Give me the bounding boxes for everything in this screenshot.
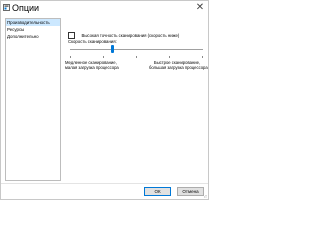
slow-scan-caption-line: малая загрузка процессора [65, 65, 119, 70]
scan-speed-slider-track[interactable] [70, 49, 203, 50]
scan-speed-slider-thumb[interactable] [111, 45, 115, 53]
performance-panel: Высокая точность сканирования (скорость … [65, 18, 208, 181]
title-bar: Опции ✕ [1, 1, 208, 15]
window-title: Опции [12, 3, 40, 13]
slow-scan-caption: Медленное сканирование, малая загрузка п… [65, 60, 119, 70]
category-list: Производительность Ресурсы Дополнительно [5, 18, 61, 181]
slider-tick [169, 56, 170, 58]
sidebar-item-label: Производительность [7, 20, 50, 25]
sidebar-item-advanced[interactable]: Дополнительно [6, 33, 60, 40]
sidebar-item-resources[interactable]: Ресурсы [6, 26, 60, 33]
slider-tick [70, 56, 71, 58]
resize-grip-icon[interactable] [203, 194, 207, 198]
options-dialog: Опции ✕ Производительность Ресурсы Допол… [0, 0, 209, 200]
options-window-icon [3, 4, 10, 11]
high-accuracy-option[interactable]: Высокая точность сканирования (скорость … [68, 27, 179, 40]
cancel-button[interactable]: Отмена [177, 187, 204, 196]
scan-speed-label: Скорость сканирования: [68, 39, 117, 44]
fast-scan-caption: Быстрое сканирование, большая загрузка п… [149, 60, 208, 70]
slider-tick [202, 56, 203, 58]
fast-scan-caption-line: большая загрузка процессора [149, 65, 208, 70]
close-icon[interactable]: ✕ [194, 2, 206, 14]
sidebar-item-label: Дополнительно [7, 34, 39, 39]
slider-tick [103, 56, 104, 58]
sidebar-item-label: Ресурсы [7, 27, 25, 32]
sidebar-item-performance[interactable]: Производительность [6, 19, 60, 26]
footer-divider [1, 183, 208, 184]
slider-tick [136, 56, 137, 58]
ok-button[interactable]: ОК [144, 187, 171, 196]
